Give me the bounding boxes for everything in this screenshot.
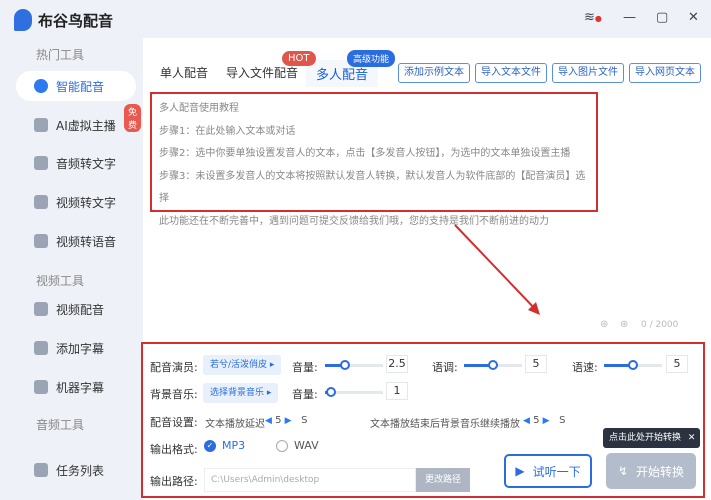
char-counter: 0 / 2000 bbox=[641, 320, 679, 330]
output-path-input[interactable]: C:\Users\Admin\desktop bbox=[204, 468, 416, 492]
bird-logo-icon bbox=[14, 9, 32, 31]
advanced-tag: 高级功能 bbox=[347, 50, 396, 67]
mic-icon bbox=[34, 79, 48, 93]
delay-stepper[interactable]: ◀ 5 ▶ S bbox=[265, 415, 308, 426]
section-audio-tools: 音频工具 bbox=[36, 418, 85, 432]
start-convert-button[interactable]: ↯ 开始转换 bbox=[606, 453, 696, 489]
decrease-icon[interactable]: ◀ bbox=[265, 416, 272, 426]
sidebar-item-smart-dubbing[interactable]: 智能配音 bbox=[16, 71, 136, 101]
start-tooltip: 点击此处开始转换 ✕ bbox=[603, 428, 700, 448]
bgm-volume-label: 音量: bbox=[292, 388, 318, 401]
sidebar-item-add-subtitles[interactable]: 添加字幕 bbox=[16, 333, 136, 363]
speed-slider[interactable] bbox=[604, 360, 662, 370]
tab-import-file[interactable]: 导入文件配音 bbox=[226, 64, 298, 81]
speed-label: 语速: bbox=[572, 361, 598, 374]
pitch-label: 语调: bbox=[432, 361, 458, 374]
sidebar-item-task-list[interactable]: 任务列表 bbox=[16, 455, 136, 485]
editor-line: 多人配音使用教程 bbox=[159, 103, 239, 114]
subtitle-icon bbox=[34, 341, 48, 355]
editor-line: 步骤2：选中你要单独设置发音人的文本，点击【多发音人按钮】，为选中的文本单独设置… bbox=[159, 148, 571, 159]
preview-label: 试听一下 bbox=[532, 464, 581, 479]
volume-slider[interactable] bbox=[325, 360, 383, 370]
change-path-button[interactable]: 更改路径 bbox=[416, 468, 470, 492]
free-badge: 免费 bbox=[124, 104, 142, 132]
continue-stepper[interactable]: ◀ 5 ▶ S bbox=[523, 415, 566, 426]
delay-value: 5 bbox=[275, 415, 282, 426]
avatar-icon bbox=[34, 118, 48, 132]
section-hot-tools: 热门工具 bbox=[36, 48, 85, 62]
increase-icon[interactable]: ▶ bbox=[285, 416, 292, 426]
sidebar: 热门工具 智能配音 AI虚拟主播 免费 音频转文字 视频转文字 视频转语音 视频工… bbox=[0, 38, 142, 500]
convert-icon: ↯ bbox=[617, 464, 629, 478]
actor-value: 若兮/活泼俏皮 bbox=[210, 360, 268, 370]
add-sample-text-button[interactable]: 添加示例文本 bbox=[398, 63, 470, 83]
pitch-value[interactable]: 5 bbox=[525, 355, 547, 373]
actor-select[interactable]: 若兮/活泼俏皮 ▸ bbox=[203, 355, 282, 375]
format-label: 输出格式: bbox=[150, 443, 198, 456]
robot-icon bbox=[34, 380, 48, 394]
tooltip-close-icon[interactable]: ✕ bbox=[688, 433, 696, 443]
text-editor[interactable]: 多人配音使用教程 步骤1：在此处输入文本或对话 步骤2：选中你要单独设置发音人的… bbox=[150, 92, 598, 227]
tab-single[interactable]: 单人配音 bbox=[160, 64, 208, 81]
path-label: 输出路径: bbox=[150, 475, 198, 488]
speed-value[interactable]: 5 bbox=[666, 355, 688, 373]
mp3-label: MP3 bbox=[222, 439, 246, 452]
app-title: 布谷鸟配音 bbox=[14, 8, 113, 32]
sidebar-item-video-dubbing[interactable]: 视频配音 bbox=[16, 294, 136, 324]
volume-label: 音量: bbox=[292, 361, 318, 374]
import-web-text-button[interactable]: 导入网页文本 bbox=[629, 63, 701, 83]
section-video-tools: 视频工具 bbox=[36, 274, 85, 288]
minimize-button[interactable]: — bbox=[623, 10, 636, 25]
bgm-volume-value[interactable]: 1 bbox=[386, 382, 408, 400]
import-text-file-button[interactable]: 导入文本文件 bbox=[475, 63, 547, 83]
sidebar-item-video-to-speech[interactable]: 视频转语音 bbox=[16, 226, 136, 256]
start-label: 开始转换 bbox=[636, 464, 685, 479]
play-icon: ▶ bbox=[515, 464, 525, 478]
pitch-slider[interactable] bbox=[464, 360, 522, 370]
bgm-value: 选择背景音乐 bbox=[210, 388, 265, 398]
import-image-file-button[interactable]: 导入图片文件 bbox=[552, 63, 624, 83]
preview-button[interactable]: ▶ 试听一下 bbox=[504, 454, 592, 488]
sidebar-item-audio-to-text[interactable]: 音频转文字 bbox=[16, 148, 136, 178]
decrease-icon[interactable]: ◀ bbox=[523, 416, 530, 426]
sidebar-item-ai-anchor[interactable]: AI虚拟主播 免费 bbox=[16, 104, 142, 140]
radio-icon bbox=[276, 439, 288, 452]
video-icon bbox=[34, 234, 48, 248]
config-label: 配音设置: bbox=[150, 416, 198, 429]
video-text-icon bbox=[34, 195, 48, 209]
bgm-volume-slider[interactable] bbox=[325, 387, 383, 397]
volume-value[interactable]: 2.5 bbox=[386, 355, 408, 373]
format-mp3-radio[interactable]: ✓ MP3 bbox=[204, 439, 245, 452]
bgm-label: 背景音乐: bbox=[150, 388, 198, 401]
editor-line: 步骤3：未设置多发音人的文本将按照默认发音人转换，默认发音人为软件底部的【配音演… bbox=[159, 170, 586, 205]
delay-label: 文本播放延迟 bbox=[205, 419, 265, 430]
sidebar-item-machine-subtitles[interactable]: 机器字幕 bbox=[16, 372, 136, 402]
check-icon: ✓ bbox=[204, 439, 216, 452]
undo-icon[interactable]: ⊛ bbox=[600, 319, 608, 330]
close-button[interactable]: ✕ bbox=[688, 10, 699, 25]
video-dub-icon bbox=[34, 302, 48, 316]
hot-tag: HOT bbox=[282, 51, 316, 66]
layers-icon[interactable]: ≋● bbox=[584, 10, 602, 25]
continue-label: 文本播放结束后背景音乐继续播放 bbox=[370, 419, 520, 430]
increase-icon[interactable]: ▶ bbox=[543, 416, 550, 426]
delay-unit: S bbox=[301, 415, 308, 426]
wav-label: WAV bbox=[294, 439, 319, 452]
tooltip-text: 点击此处开始转换 bbox=[609, 433, 682, 443]
list-icon bbox=[34, 463, 48, 477]
sidebar-item-video-to-text[interactable]: 视频转文字 bbox=[16, 187, 136, 217]
editor-line: 步骤1：在此处输入文本或对话 bbox=[159, 125, 296, 137]
bgm-select[interactable]: 选择背景音乐 ▸ bbox=[203, 383, 279, 403]
continue-unit: S bbox=[559, 415, 566, 426]
audio-icon bbox=[34, 156, 48, 170]
continue-value: 5 bbox=[533, 415, 540, 426]
maximize-button[interactable]: ▢ bbox=[656, 10, 668, 25]
annotation-arrow-icon bbox=[454, 224, 540, 315]
actor-label: 配音演员: bbox=[150, 361, 198, 374]
redo-icon[interactable]: ⊛ bbox=[620, 319, 628, 330]
format-wav-radio[interactable]: WAV bbox=[276, 439, 319, 452]
